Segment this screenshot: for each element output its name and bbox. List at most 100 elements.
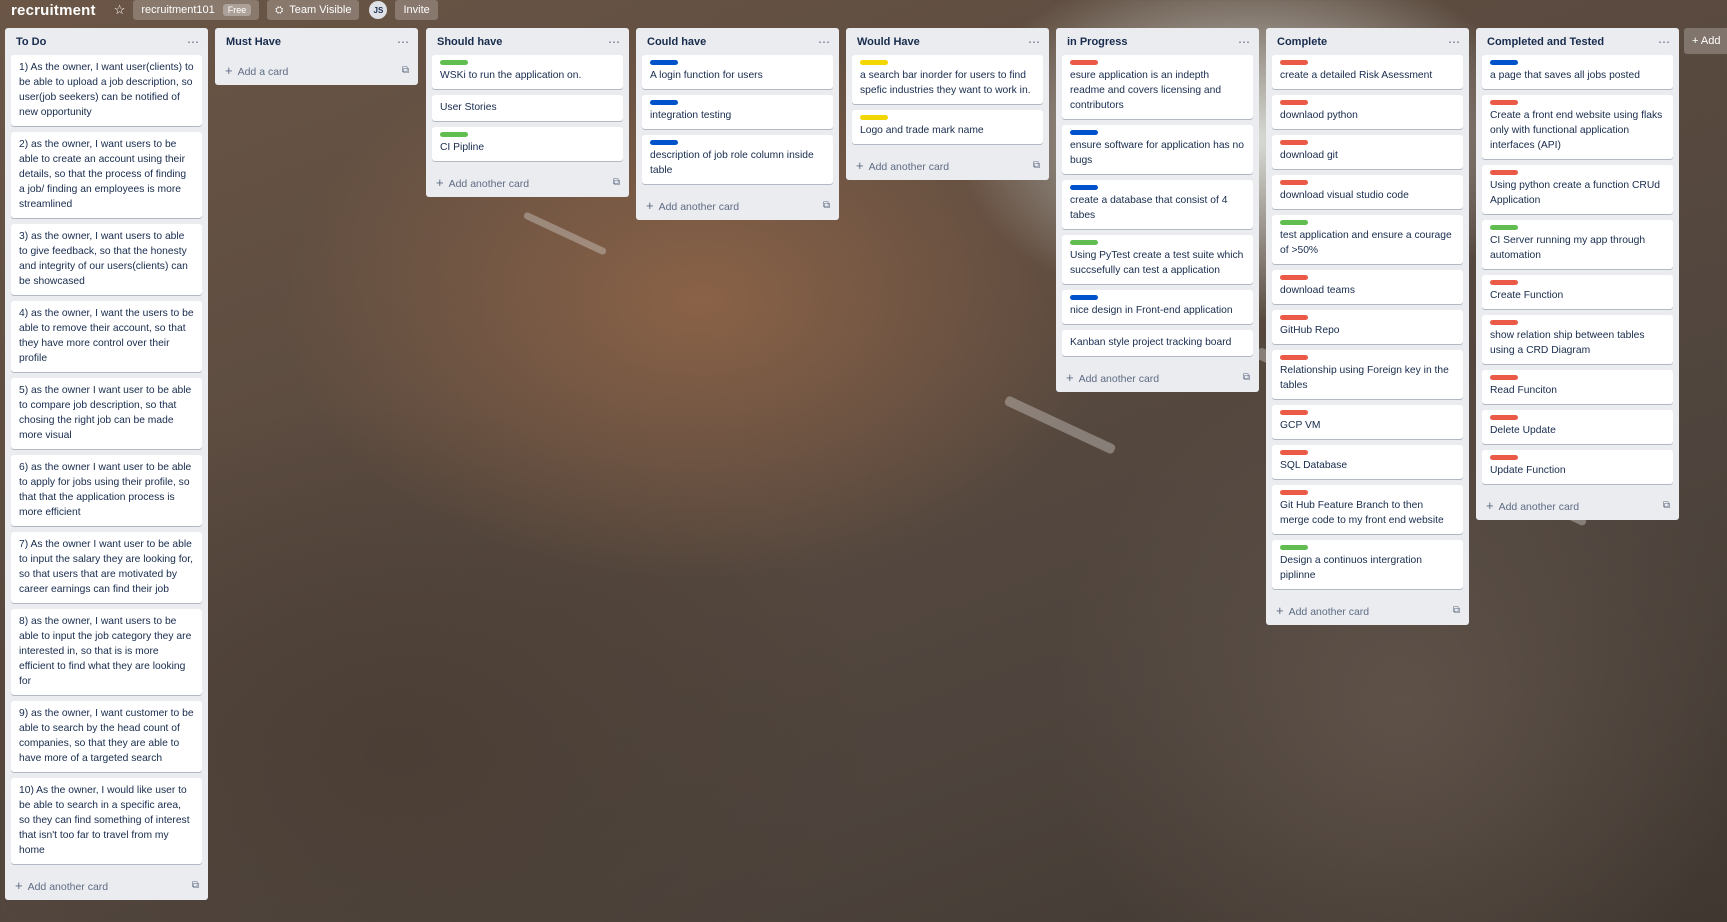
- card-label[interactable]: [1280, 100, 1308, 105]
- card-label[interactable]: [650, 60, 678, 65]
- card[interactable]: 8) as the owner, I want users to be able…: [11, 609, 202, 695]
- card-label[interactable]: [1280, 450, 1308, 455]
- more-icon[interactable]: ⋯: [1448, 35, 1461, 49]
- card[interactable]: Logo and trade mark name: [852, 110, 1043, 144]
- list-title[interactable]: in Progress: [1067, 36, 1128, 48]
- card[interactable]: test application and ensure a courage of…: [1272, 215, 1463, 264]
- card-label[interactable]: [1490, 320, 1518, 325]
- card-template-icon[interactable]: ⧉: [823, 200, 830, 211]
- list-must-have[interactable]: Must Have ⋯ + Add a card ⧉: [215, 28, 418, 85]
- card-label[interactable]: [440, 132, 468, 137]
- card[interactable]: esure application is an indepth readme a…: [1062, 55, 1253, 119]
- card-label[interactable]: [650, 140, 678, 145]
- card-label[interactable]: [1490, 170, 1518, 175]
- card[interactable]: download visual studio code: [1272, 175, 1463, 209]
- card-template-icon[interactable]: ⧉: [1663, 500, 1670, 511]
- list-header[interactable]: in Progress ⋯: [1056, 28, 1259, 55]
- workspace-button[interactable]: recruitment101 Free: [133, 0, 260, 20]
- card-label[interactable]: [1490, 100, 1518, 105]
- card-template-icon[interactable]: ⧉: [192, 880, 199, 891]
- add-card-button[interactable]: + Add another card ⧉: [846, 150, 1049, 180]
- card[interactable]: 10) As the owner, I would like user to b…: [11, 778, 202, 864]
- card-label[interactable]: [1280, 275, 1308, 280]
- card-label[interactable]: [1280, 490, 1308, 495]
- card-template-icon[interactable]: ⧉: [1033, 160, 1040, 171]
- card[interactable]: Update Function: [1482, 450, 1673, 484]
- card[interactable]: Create Function: [1482, 275, 1673, 309]
- card-label[interactable]: [1280, 410, 1308, 415]
- card[interactable]: nice design in Front-end application: [1062, 290, 1253, 324]
- card[interactable]: a page that saves all jobs posted: [1482, 55, 1673, 89]
- card-label[interactable]: [1280, 220, 1308, 225]
- board-title[interactable]: recruitment: [11, 2, 96, 19]
- card-label[interactable]: [1490, 455, 1518, 460]
- card[interactable]: GitHub Repo: [1272, 310, 1463, 344]
- card[interactable]: Create a front end website using flaks o…: [1482, 95, 1673, 159]
- card[interactable]: description of job role column inside ta…: [642, 135, 833, 184]
- card-label[interactable]: [1280, 315, 1308, 320]
- card[interactable]: download teams: [1272, 270, 1463, 304]
- list-in-progress[interactable]: in Progress ⋯ esure application is an inde…: [1056, 28, 1259, 392]
- card[interactable]: 5) as the owner I want user to be able t…: [11, 378, 202, 449]
- card[interactable]: integration testing: [642, 95, 833, 129]
- list-header[interactable]: Completed and Tested ⋯: [1476, 28, 1679, 55]
- list-complete[interactable]: Complete ⋯ create a detailed Risk Asessmen…: [1266, 28, 1469, 625]
- card[interactable]: Using PyTest create a test suite which s…: [1062, 235, 1253, 284]
- card[interactable]: 3) as the owner, I want users to able to…: [11, 224, 202, 295]
- list-header[interactable]: Must Have ⋯: [215, 28, 418, 55]
- list-title[interactable]: Should have: [437, 36, 502, 48]
- card[interactable]: CI Pipline: [432, 127, 623, 161]
- card-label[interactable]: [1490, 225, 1518, 230]
- add-card-button[interactable]: + Add another card ⧉: [5, 870, 208, 900]
- card[interactable]: Read Funciton: [1482, 370, 1673, 404]
- add-card-button[interactable]: + Add another card ⧉: [426, 167, 629, 197]
- card[interactable]: create a detailed Risk Asessment: [1272, 55, 1463, 89]
- more-icon[interactable]: ⋯: [1658, 35, 1671, 49]
- card-label[interactable]: [1280, 355, 1308, 360]
- card[interactable]: 1) As the owner, I want user(clients) to…: [11, 55, 202, 126]
- star-icon[interactable]: ☆: [114, 2, 126, 18]
- more-icon[interactable]: ⋯: [397, 35, 410, 49]
- add-card-button[interactable]: + Add another card ⧉: [1056, 362, 1259, 392]
- list-title[interactable]: Would Have: [857, 36, 920, 48]
- card[interactable]: 7) As the owner I want user to be able t…: [11, 532, 202, 603]
- add-list-button[interactable]: + Add: [1684, 28, 1727, 54]
- card[interactable]: WSKi to run the application on.: [432, 55, 623, 89]
- card[interactable]: 2) as the owner, I want users to be able…: [11, 132, 202, 218]
- card[interactable]: 9) as the owner, I want customer to be a…: [11, 701, 202, 772]
- card[interactable]: CI Server running my app through automat…: [1482, 220, 1673, 269]
- card-label[interactable]: [1490, 280, 1518, 285]
- card[interactable]: downlaod python: [1272, 95, 1463, 129]
- list-could-have[interactable]: Could have ⋯ A login function for users int…: [636, 28, 839, 220]
- card-label[interactable]: [1070, 185, 1098, 190]
- card-template-icon[interactable]: ⧉: [1453, 605, 1460, 616]
- card[interactable]: a search bar inorder for users to find s…: [852, 55, 1043, 104]
- more-icon[interactable]: ⋯: [1238, 35, 1251, 49]
- card-label[interactable]: [860, 115, 888, 120]
- list-title[interactable]: Must Have: [226, 36, 281, 48]
- card-label[interactable]: [1490, 60, 1518, 65]
- card-label[interactable]: [1070, 240, 1098, 245]
- list-should-have[interactable]: Should have ⋯ WSKi to run the application …: [426, 28, 629, 197]
- add-card-button[interactable]: + Add a card ⧉: [215, 55, 418, 85]
- card-label[interactable]: [1070, 60, 1098, 65]
- card-label[interactable]: [1280, 60, 1308, 65]
- list-title[interactable]: To Do: [16, 36, 46, 48]
- card-label[interactable]: [1490, 415, 1518, 420]
- card-label[interactable]: [1070, 130, 1098, 135]
- card-label[interactable]: [1280, 140, 1308, 145]
- add-card-button[interactable]: + Add another card ⧉: [636, 190, 839, 220]
- card-label[interactable]: [440, 60, 468, 65]
- more-icon[interactable]: ⋯: [1028, 35, 1041, 49]
- list-header[interactable]: Would Have ⋯: [846, 28, 1049, 55]
- card-label[interactable]: [1280, 180, 1308, 185]
- list-header[interactable]: Should have ⋯: [426, 28, 629, 55]
- card[interactable]: 6) as the owner I want user to be able t…: [11, 455, 202, 526]
- add-card-button[interactable]: + Add another card ⧉: [1266, 595, 1469, 625]
- card-label[interactable]: [1490, 375, 1518, 380]
- card-label[interactable]: [860, 60, 888, 65]
- card[interactable]: Relationship using Foreign key in the ta…: [1272, 350, 1463, 399]
- invite-button[interactable]: Invite: [395, 0, 438, 20]
- avatar[interactable]: JS: [369, 1, 388, 19]
- list-header[interactable]: Could have ⋯: [636, 28, 839, 55]
